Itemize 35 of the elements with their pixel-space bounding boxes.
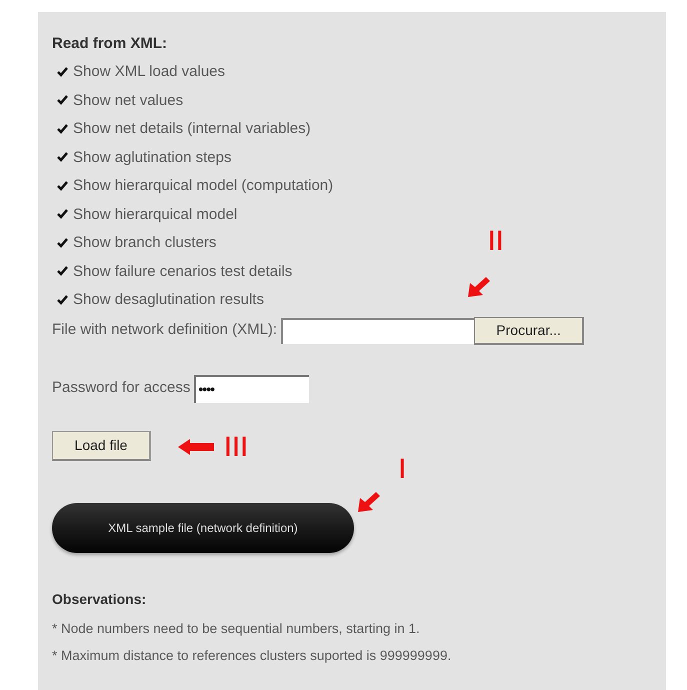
checkbox-label: Show failure cenarios test details <box>73 262 292 282</box>
field-label: Password for access <box>52 378 190 398</box>
checkbox[interactable] <box>56 265 69 278</box>
checkbox-label: Show net details (internal variables) <box>73 119 311 139</box>
arrow-icon <box>468 275 492 297</box>
password-field[interactable]: •••• <box>194 374 310 402</box>
checkbox-label: Show hierarquical model <box>73 204 238 224</box>
arrow-icon <box>178 439 214 455</box>
annotation-label: II <box>488 227 505 255</box>
checkbox-label: Show net values <box>73 90 184 110</box>
checkbox[interactable] <box>56 180 69 193</box>
checkbox-label: Show branch clusters <box>73 233 216 253</box>
checkbox[interactable] <box>56 236 69 250</box>
checkbox-label: Show desaglutination results <box>73 290 264 310</box>
annotation-label: I <box>399 455 408 483</box>
checkbox-label: Show hierarquical model (computation) <box>73 176 334 196</box>
note-text: * Node numbers need to be sequential numbers, starting in 1. <box>52 620 421 638</box>
checkbox[interactable] <box>56 94 69 108</box>
note-text: * Maximum distance to references clusters suported is 999999999. <box>52 646 452 665</box>
checkbox[interactable] <box>56 294 69 307</box>
section-heading: Read from XML: <box>52 34 168 54</box>
arrow-icon <box>358 490 382 512</box>
checkbox[interactable] <box>56 66 69 79</box>
checkbox-label: Show XML load values <box>73 62 226 82</box>
checkbox-label: Show aglutination steps <box>73 148 232 168</box>
browse-button[interactable]: Procurar... <box>474 316 584 344</box>
section-heading: Observations: <box>52 590 148 608</box>
checkbox[interactable] <box>56 208 69 222</box>
sample-file-button[interactable]: XML sample file (network definition) <box>52 502 354 552</box>
annotation-label: III <box>225 433 250 461</box>
load-file-button[interactable]: Load file <box>52 430 151 460</box>
field-label: File with network definition (XML): <box>52 320 278 340</box>
checkbox[interactable] <box>56 122 69 136</box>
file-input-field[interactable] <box>281 318 474 344</box>
checkbox[interactable] <box>56 151 69 164</box>
